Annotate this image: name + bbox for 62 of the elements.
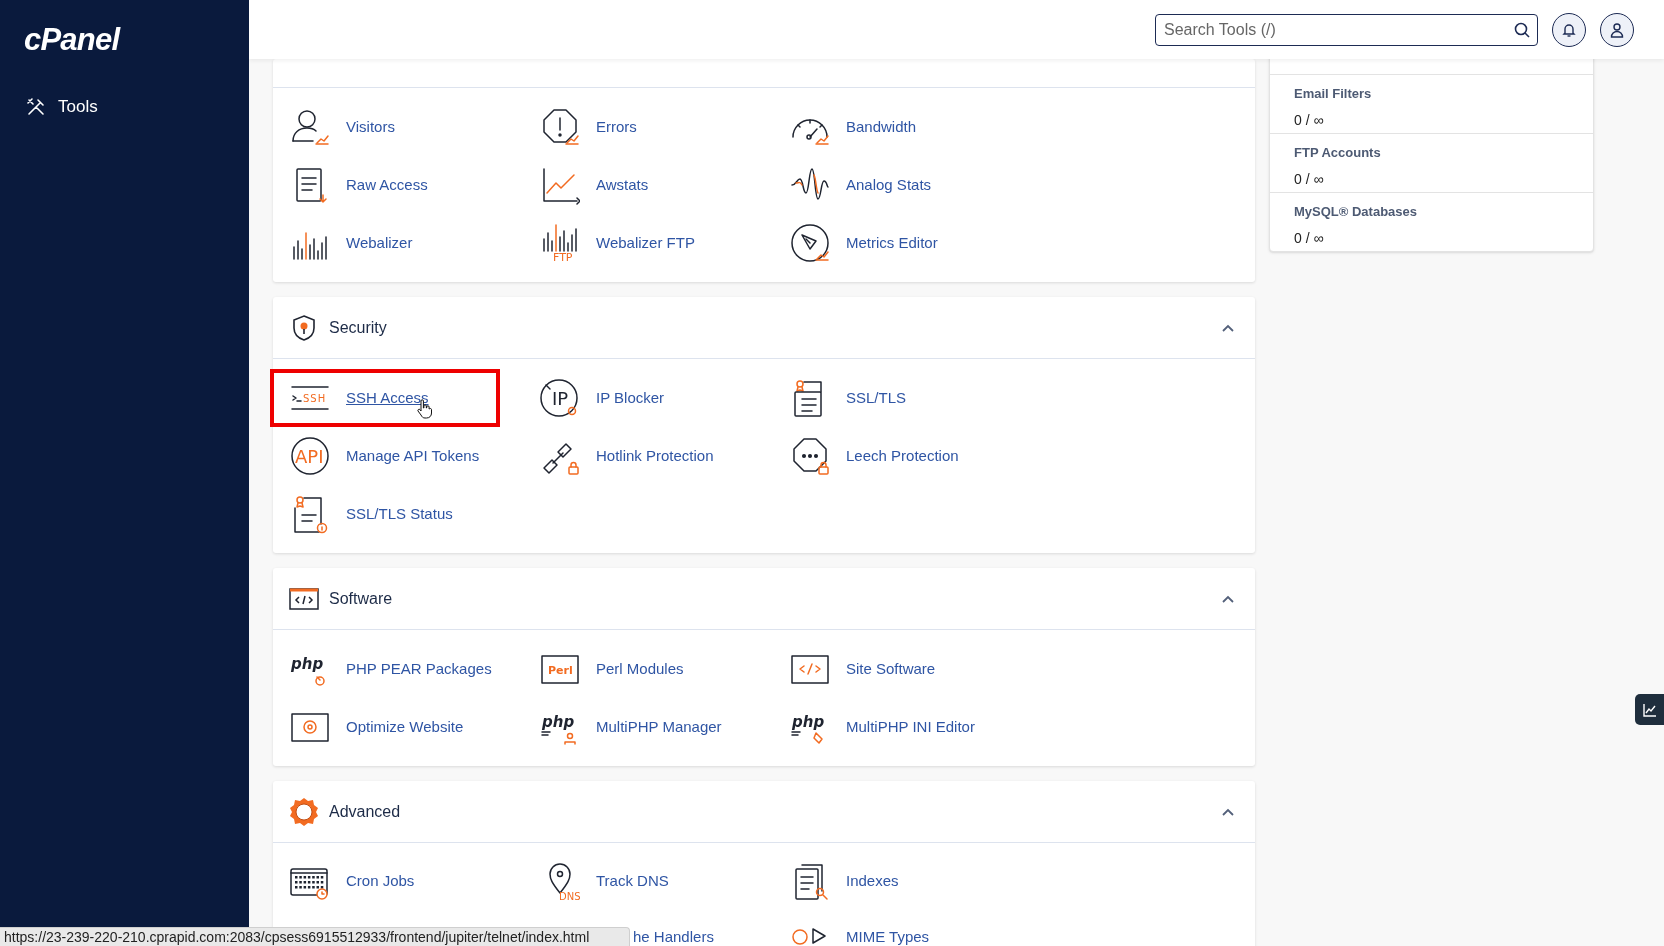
stat-label: MySQL® Databases <box>1294 203 1417 221</box>
stat-value: 0 / ∞ <box>1294 228 1324 248</box>
search-field[interactable]: Search Tools (/) <box>1155 13 1538 46</box>
user-icon <box>1609 21 1625 38</box>
search-icon[interactable] <box>1514 21 1530 38</box>
tool-link[interactable]: Awstats <box>596 173 649 197</box>
code-window-icon <box>289 586 319 611</box>
chevron-icon[interactable] <box>1221 322 1235 333</box>
section-title: Advanced <box>329 801 402 822</box>
tool-link[interactable]: Perl Modules <box>596 657 684 681</box>
section-title: Software <box>329 588 394 609</box>
tool-link[interactable]: SSH Access <box>346 386 429 410</box>
chevron-icon[interactable] <box>1221 806 1235 817</box>
tool-link[interactable]: Hotlink Protection <box>596 444 714 468</box>
tool-link[interactable]: Optimize Website <box>346 715 464 739</box>
tool-link[interactable]: Metrics Editor <box>846 231 938 255</box>
tool-link[interactable]: Manage API Tokens <box>346 444 480 468</box>
tool-link[interactable]: SSL/TLS <box>846 386 907 410</box>
tool-link[interactable]: Raw Access <box>346 173 428 197</box>
notifications-button[interactable] <box>1552 12 1586 47</box>
tool-link[interactable]: he Handlers <box>633 925 714 946</box>
bell-icon <box>1561 21 1577 38</box>
gear-icon <box>289 796 319 827</box>
user-button[interactable] <box>1600 12 1634 47</box>
circle-badge-icon: API <box>290 436 330 476</box>
stat-value: 0 / ∞ <box>1294 110 1324 130</box>
line-chart-icon <box>540 165 580 205</box>
octagon-dots-icon <box>790 436 830 476</box>
tool-link[interactable]: MultiPHP INI Editor <box>846 715 975 739</box>
tool-link[interactable]: Indexes <box>846 869 899 893</box>
tool-link[interactable]: Leech Protection <box>846 444 959 468</box>
stat-value: 0 / ∞ <box>1294 169 1324 189</box>
tool-link[interactable]: Webalizer <box>346 231 413 255</box>
sidebar-item[interactable]: Tools <box>0 87 249 127</box>
person-icon <box>290 107 330 147</box>
tool-link[interactable]: Webalizer FTP <box>596 231 695 255</box>
warning-octagon-icon <box>540 107 580 147</box>
tool-link[interactable]: Analog Stats <box>846 173 932 197</box>
tool-link[interactable]: SSL/TLS Status <box>346 502 453 526</box>
pen-circle-icon <box>790 223 830 263</box>
tool-link[interactable]: Site Software <box>846 657 936 681</box>
chart-button[interactable] <box>1635 694 1664 725</box>
line-chart-icon <box>1642 702 1657 717</box>
circle-badge-icon: IP <box>540 378 580 418</box>
tools-icon <box>26 97 46 117</box>
section-title: Security <box>329 317 388 338</box>
stat-label: Email Filters <box>1294 85 1372 103</box>
tool-link[interactable]: Track DNS <box>596 869 669 893</box>
cpanel-logo[interactable]: cPanel <box>24 24 120 55</box>
tool-link[interactable]: PHP PEAR Packages <box>346 657 492 681</box>
chevron-icon[interactable] <box>1221 593 1235 604</box>
tool-link[interactable]: Errors <box>596 115 637 139</box>
circle-play-icon <box>792 928 828 946</box>
tool-link[interactable]: Cron Jobs <box>346 869 415 893</box>
tool-link[interactable]: Visitors <box>346 115 395 139</box>
stat-label: FTP Accounts <box>1294 144 1381 162</box>
tool-link[interactable]: IP Blocker <box>596 386 665 410</box>
tool-link[interactable]: Bandwidth <box>846 115 917 139</box>
tool-link[interactable]: MIME Types <box>846 925 930 946</box>
shield-icon <box>291 313 317 342</box>
tool-link[interactable]: MultiPHP Manager <box>596 715 722 739</box>
status-bar: https://23-239-220-210.cprapid.com:2083/cpsess6915512933/frontend/jupiter/telnet/index.html <box>0 927 630 946</box>
